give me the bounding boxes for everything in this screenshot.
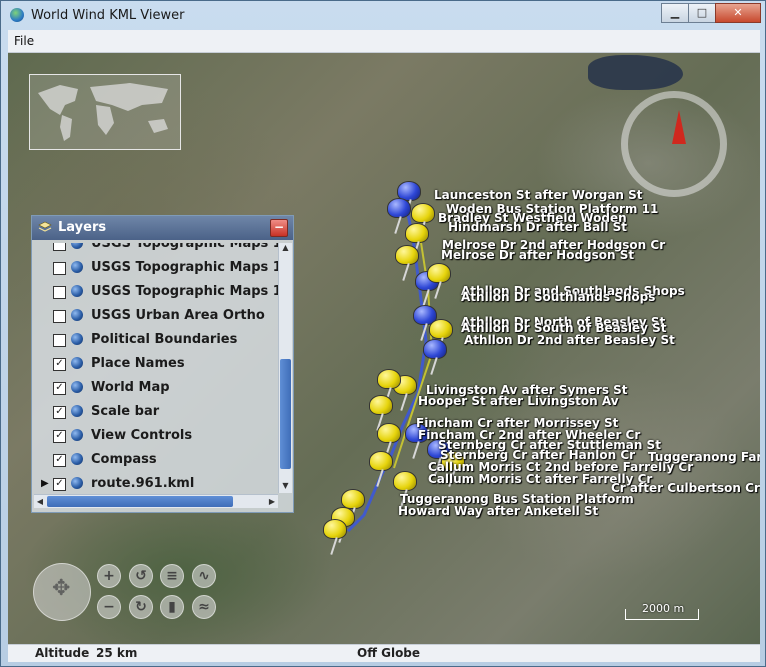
layer-label: USGS Topographic Maps 1: [91, 243, 279, 251]
layer-label: Scale bar: [91, 404, 160, 419]
layers-vertical-scrollbar[interactable]: ▲ ▼: [278, 243, 292, 493]
scroll-up-arrow-icon[interactable]: ▲: [280, 243, 291, 255]
layers-horizontal-scrollbar[interactable]: ◀ ▶: [34, 494, 278, 508]
globe-icon: [71, 261, 83, 273]
globe-icon: [71, 381, 83, 393]
layer-checkbox[interactable]: ✓: [53, 358, 66, 371]
pan-arrows-icon: ✥: [52, 576, 71, 601]
layer-checkbox[interactable]: ✓: [53, 382, 66, 395]
globe-icon: [71, 243, 83, 249]
exaggeration-up-button[interactable]: ∿: [192, 564, 216, 588]
layer-row[interactable]: USGS Urban Area Ortho: [34, 305, 279, 329]
scroll-left-arrow-icon[interactable]: ◀: [34, 495, 46, 508]
placemark-label[interactable]: Hindmarsh Dr after Ball St: [448, 220, 627, 234]
layer-row[interactable]: ✓ World Map: [34, 377, 279, 401]
globe-icon: [71, 357, 83, 369]
globe-status: Off Globe: [357, 646, 421, 660]
placemark-label[interactable]: Athllon Dr Southlands Shops: [461, 290, 655, 304]
layer-checkbox[interactable]: [53, 262, 66, 275]
menu-bar: File: [8, 30, 760, 53]
placemark-label[interactable]: Athllon Dr 2nd after Beasley St: [464, 333, 675, 347]
globe-icon: [71, 477, 83, 489]
globe-icon: [71, 405, 83, 417]
layer-label: route.961.kml: [91, 476, 195, 491]
placemark-label[interactable]: Cr after Culbertson Cr: [611, 481, 760, 495]
globe-icon: [71, 453, 83, 465]
menu-file[interactable]: File: [14, 34, 34, 48]
title-bar: World Wind KML Viewer ▁ □ ✕: [1, 1, 766, 30]
layer-list: USGS Topographic Maps 1 USGS Topographic…: [34, 243, 279, 493]
exaggeration-down-button[interactable]: ≈: [192, 595, 216, 619]
layer-checkbox[interactable]: [53, 286, 66, 299]
expand-arrow-icon[interactable]: ▶: [41, 478, 49, 489]
layer-checkbox[interactable]: [53, 334, 66, 347]
layers-panel-header[interactable]: Layers −: [32, 216, 293, 240]
placemark-label[interactable]: Tuggeranong Farm: [648, 450, 760, 464]
scroll-thumb[interactable]: [47, 496, 233, 507]
tilt-up-button[interactable]: ≡: [160, 564, 184, 588]
layer-label: USGS Topographic Maps 1: [91, 260, 279, 275]
layer-checkbox[interactable]: ✓: [53, 406, 66, 419]
layer-checkbox[interactable]: ✓: [53, 430, 66, 443]
pan-control[interactable]: ✥: [33, 563, 91, 621]
layer-label: Compass: [91, 452, 157, 467]
layer-label: View Controls: [91, 428, 193, 443]
globe-map-view[interactable]: Launceston St after Worgan St Woden Bus …: [8, 53, 760, 644]
layer-row[interactable]: ✓ View Controls: [34, 425, 279, 449]
window-title: World Wind KML Viewer: [31, 8, 185, 23]
rotate-left-button[interactable]: ↺: [129, 564, 153, 588]
app-window: World Wind KML Viewer ▁ □ ✕ File Launces…: [0, 0, 766, 667]
scroll-right-arrow-icon[interactable]: ▶: [266, 495, 278, 508]
layer-checkbox[interactable]: [53, 310, 66, 323]
layer-label: USGS Urban Area Ortho: [91, 308, 265, 323]
globe-icon: [71, 429, 83, 441]
layer-label: Place Names: [91, 356, 185, 371]
layer-row[interactable]: ▶ ✓ route.961.kml: [34, 473, 279, 493]
layer-row[interactable]: ✓ Scale bar: [34, 401, 279, 425]
maximize-button[interactable]: □: [688, 3, 716, 23]
altitude-label: Altitude: [35, 646, 90, 660]
placemark-label[interactable]: Launceston St after Worgan St: [434, 188, 643, 202]
layer-row[interactable]: ✓ Compass: [34, 449, 279, 473]
layer-row[interactable]: ✓ Place Names: [34, 353, 279, 377]
layer-checkbox[interactable]: ✓: [53, 454, 66, 467]
altitude-value: 25 km: [96, 646, 138, 660]
globe-icon: [71, 309, 83, 321]
scroll-thumb[interactable]: [280, 359, 291, 469]
scroll-down-arrow-icon[interactable]: ▼: [280, 481, 291, 493]
world-wind-app-icon: [10, 8, 24, 22]
zoom-out-button[interactable]: −: [97, 595, 121, 619]
layer-row[interactable]: USGS Topographic Maps 1: [34, 257, 279, 281]
globe-icon: [71, 333, 83, 345]
layer-row[interactable]: Political Boundaries: [34, 329, 279, 353]
layer-label: USGS Topographic Maps 1: [91, 284, 279, 299]
tilt-down-button[interactable]: ▮: [160, 595, 184, 619]
close-button[interactable]: ✕: [715, 3, 761, 23]
zoom-in-button[interactable]: +: [97, 564, 121, 588]
layer-checkbox[interactable]: ✓: [53, 478, 66, 491]
layer-row[interactable]: USGS Topographic Maps 1: [34, 243, 279, 257]
rotate-right-button[interactable]: ↻: [129, 595, 153, 619]
layer-label: Political Boundaries: [91, 332, 238, 347]
globe-icon: [71, 285, 83, 297]
scale-bar: [625, 609, 699, 620]
status-bar: Altitude 25 km Off Globe: [8, 644, 760, 662]
placemark-label[interactable]: Melrose Dr after Hodgson St: [441, 248, 634, 262]
minimize-button[interactable]: ▁: [661, 3, 689, 23]
layers-icon: [38, 221, 52, 232]
layer-row[interactable]: USGS Topographic Maps 1: [34, 281, 279, 305]
layer-checkbox[interactable]: [53, 243, 66, 251]
layers-panel[interactable]: Layers − USGS Topographic Maps 1 USGS To…: [31, 215, 294, 513]
placemark-label[interactable]: Hooper St after Livingston Av: [418, 394, 619, 408]
layers-panel-title: Layers: [58, 220, 107, 235]
window-controls: ▁ □ ✕: [661, 3, 761, 23]
layer-label: World Map: [91, 380, 170, 395]
placemark-label[interactable]: Howard Way after Anketell St: [398, 504, 598, 518]
layers-close-button[interactable]: −: [270, 219, 288, 237]
